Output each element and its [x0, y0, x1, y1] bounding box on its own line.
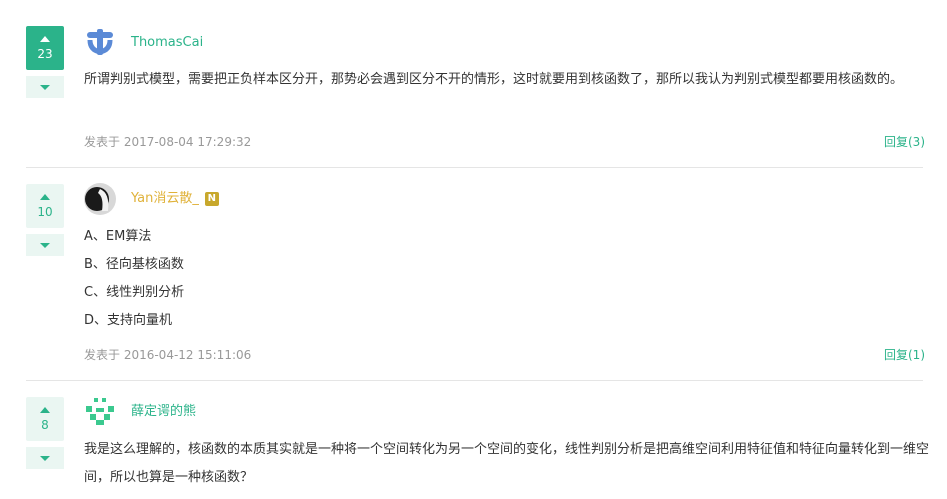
vote-widget: 10 — [26, 184, 64, 256]
upvote-button[interactable]: 10 — [26, 184, 64, 228]
divider — [26, 167, 923, 168]
upvote-button[interactable]: 8 — [26, 397, 64, 441]
option-a: A、EM算法 — [84, 229, 152, 244]
new-user-badge: N — [204, 191, 219, 206]
downvote-button[interactable] — [26, 447, 64, 469]
timestamp: 发表于 2017-08-04 17:29:32 — [84, 135, 252, 149]
vote-widget: 23 — [26, 26, 64, 98]
avatar[interactable] — [84, 183, 116, 215]
avatar[interactable] — [84, 26, 116, 58]
arrow-up-icon — [40, 194, 50, 200]
answer-options: A、EM算法 B、径向基核函数 C、线性判别分析 D、支持向量机 — [84, 223, 930, 335]
arrow-down-icon — [40, 455, 50, 461]
arrow-up-icon — [40, 36, 50, 42]
author-name[interactable]: ThomasCai — [131, 35, 203, 51]
author-name-text: Yan消云散_ — [131, 191, 199, 206]
vote-count: 8 — [41, 418, 49, 432]
avatar-logo-icon — [84, 26, 116, 58]
reply-link[interactable]: 回复(3) — [884, 135, 925, 149]
divider — [26, 380, 923, 381]
upvote-button[interactable]: 23 — [26, 26, 64, 70]
comment-text: 我是这么理解的，核函数的本质其实就是一种将一个空间转化为另一个空间的变化，线性判… — [84, 442, 930, 485]
vote-widget: 8 — [26, 397, 64, 469]
downvote-button[interactable] — [26, 76, 64, 98]
avatar[interactable] — [84, 396, 116, 428]
arrow-up-icon — [40, 407, 50, 413]
vote-count: 23 — [37, 47, 53, 61]
arrow-down-icon — [40, 242, 50, 248]
comment-text: 所谓判别式模型，需要把正负样本区分开，那势必会遇到区分不开的情形，这时就要用到核… — [84, 72, 904, 87]
author-name[interactable]: 薛定谔的熊 — [131, 404, 196, 420]
timestamp: 发表于 2016-04-12 15:11:06 — [84, 348, 252, 362]
vote-count: 10 — [37, 205, 53, 219]
avatar-photo-icon — [84, 183, 116, 215]
arrow-down-icon — [40, 84, 50, 90]
avatar-identicon-icon — [84, 396, 116, 428]
option-b: B、径向基核函数 — [84, 257, 184, 272]
option-d: D、支持向量机 — [84, 313, 173, 328]
reply-link[interactable]: 回复(1) — [884, 348, 925, 362]
downvote-button[interactable] — [26, 234, 64, 256]
author-name[interactable]: Yan消云散_ N — [131, 191, 219, 207]
option-c: C、线性判别分析 — [84, 285, 185, 300]
